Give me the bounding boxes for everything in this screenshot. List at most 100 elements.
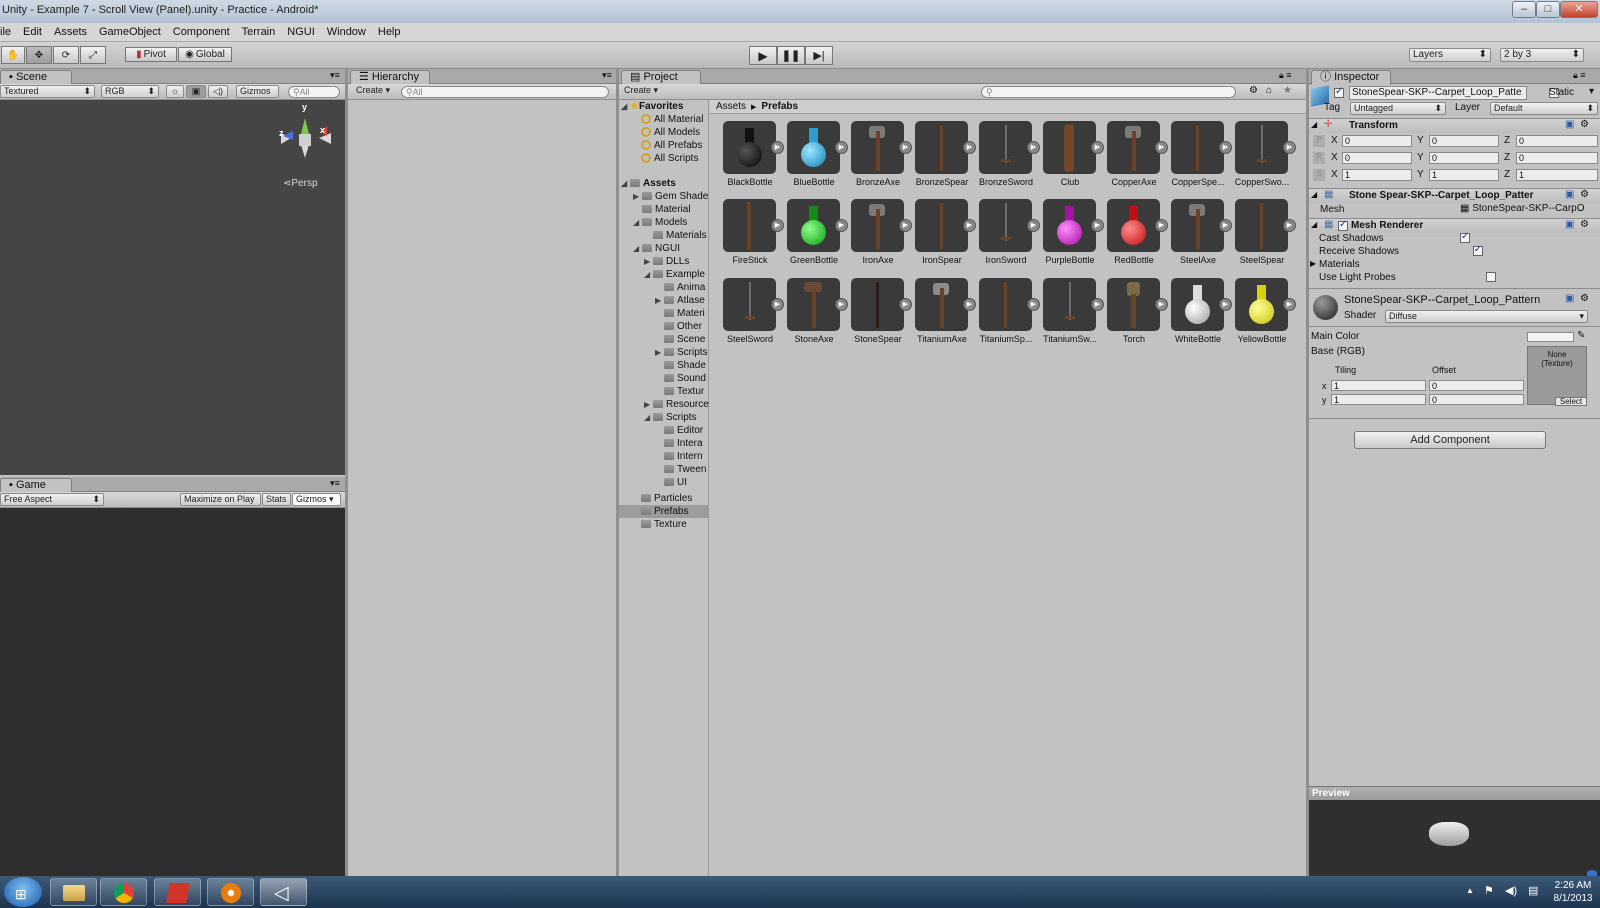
shading-dropdown[interactable]: Textured ⬍ [0, 85, 95, 98]
position-z-field[interactable]: 0 [1516, 135, 1598, 147]
foldout-arrow-icon[interactable]: ◢ [1311, 220, 1317, 229]
position-y-field[interactable]: 0 [1429, 135, 1499, 147]
tree-item[interactable]: Sound [664, 372, 706, 385]
component-settings-icon[interactable]: ⚙ [1580, 189, 1589, 200]
tree-item[interactable]: ◢ Models [633, 216, 687, 229]
layers-dropdown[interactable]: Layers ⬍ [1409, 48, 1491, 62]
main-color-swatch[interactable] [1527, 332, 1574, 342]
tree-item[interactable]: Intera [664, 437, 703, 450]
persp-label[interactable]: ⋖Persp [283, 178, 318, 189]
taskbar-explorer[interactable] [50, 878, 97, 906]
close-button[interactable]: ✕ [1560, 1, 1598, 18]
tree-item[interactable]: ◢ Scripts [644, 411, 697, 424]
expand-arrow-icon[interactable]: ▶ [963, 219, 976, 232]
tree-item[interactable]: ▶ Resource [644, 398, 709, 411]
preview-viewport[interactable] [1309, 800, 1600, 876]
asset-item[interactable]: ▶ TitaniumSw... [1043, 278, 1104, 352]
play-button[interactable]: ▶ [749, 46, 777, 65]
asset-item[interactable]: ▶ RedBottle [1107, 199, 1168, 273]
asset-item[interactable]: ▶ BlueBottle [787, 121, 848, 195]
favorite-star-icon[interactable]: ★ [1283, 85, 1292, 96]
expand-arrow-icon[interactable]: ▶ [1027, 219, 1040, 232]
menu-window[interactable]: Window [321, 23, 372, 42]
position-x-field[interactable]: 0 [1342, 135, 1412, 147]
tree-fav-prefabs[interactable]: All Prefabs [641, 139, 702, 152]
mesh-renderer-enabled-checkbox[interactable] [1338, 219, 1348, 232]
rgb-dropdown[interactable]: RGB ⬍ [101, 85, 159, 98]
texture-select-button[interactable]: Select [1555, 397, 1587, 406]
tree-item[interactable]: Materials [653, 229, 707, 242]
asset-item[interactable]: ▶ WhiteBottle [1171, 278, 1232, 352]
scale-z-field[interactable]: 1 [1516, 169, 1598, 181]
tree-fav-scripts[interactable]: All Scripts [641, 152, 698, 165]
expand-arrow-icon[interactable]: ▶ [771, 141, 784, 154]
expand-arrow-icon[interactable]: ▶ [1091, 141, 1104, 154]
breadcrumb-prefabs[interactable]: Prefabs [761, 101, 798, 112]
hierarchy-search-input[interactable]: ⚲All [401, 86, 609, 98]
menu-terrain[interactable]: Terrain [236, 23, 282, 42]
asset-item[interactable]: ▶ StoneSpear [851, 278, 912, 352]
hand-tool-icon[interactable]: ✋ [1, 46, 25, 64]
asset-item[interactable]: ▶ BlackBottle [723, 121, 784, 195]
expand-arrow-icon[interactable]: ▶ [1219, 298, 1232, 311]
asset-item[interactable]: ▶ CopperSwo... [1235, 121, 1296, 195]
materials-label[interactable]: Materials [1319, 259, 1360, 270]
asset-item[interactable]: ▶ BronzeAxe [851, 121, 912, 195]
volume-icon[interactable]: ◀) [1505, 884, 1517, 897]
help-icon[interactable]: ▣ [1565, 189, 1574, 200]
tree-favorites[interactable]: ◢ ★Favorites [621, 100, 683, 113]
add-component-button[interactable]: Add Component [1354, 431, 1546, 449]
rotation-x-field[interactable]: 0 [1342, 152, 1412, 164]
tree-item[interactable]: Scene [664, 333, 705, 346]
pause-button[interactable]: ❚❚ [777, 46, 805, 65]
tree-item[interactable]: UI [664, 476, 687, 489]
hierarchy-create-dropdown[interactable]: Create ▾ [353, 85, 395, 98]
asset-item[interactable]: ▶ YellowBottle [1235, 278, 1296, 352]
tree-item[interactable]: Tween [664, 463, 706, 476]
asset-item[interactable]: ▶ Torch [1107, 278, 1168, 352]
stats-toggle[interactable]: Stats [262, 493, 291, 506]
game-viewport[interactable] [0, 508, 345, 876]
filter-by-type-icon[interactable]: ⚙ [1249, 85, 1258, 96]
materials-foldout-icon[interactable]: ▶ [1310, 259, 1316, 268]
tree-item-selected[interactable]: Prefabs [619, 505, 708, 518]
expand-arrow-icon[interactable]: ▶ [963, 298, 976, 311]
maximize-button[interactable]: □ [1536, 1, 1560, 18]
expand-arrow-icon[interactable]: ▶ [1155, 298, 1168, 311]
tree-fav-models[interactable]: All Models [641, 126, 700, 139]
hierarchy-list[interactable] [348, 100, 616, 876]
preview-header[interactable]: Preview [1309, 786, 1600, 800]
project-search-input[interactable]: ⚲ [981, 86, 1236, 98]
expand-arrow-icon[interactable]: ▶ [899, 219, 912, 232]
aspect-dropdown[interactable]: Free Aspect ⬍ [0, 493, 104, 506]
asset-item[interactable]: ▶ TitaniumSp... [979, 278, 1040, 352]
tree-item[interactable]: Materi [664, 307, 705, 320]
menu-help[interactable]: Help [372, 23, 407, 42]
asset-item[interactable]: ▶ Club [1043, 121, 1104, 195]
expand-arrow-icon[interactable]: ▶ [899, 298, 912, 311]
tree-assets[interactable]: ◢ Assets [621, 177, 676, 190]
panel-menu-icon[interactable]: ▾≡ [602, 70, 612, 81]
component-settings-icon[interactable]: ⚙ [1580, 119, 1589, 130]
foldout-arrow-icon[interactable]: ◢ [1311, 190, 1317, 199]
active-checkbox[interactable] [1334, 86, 1344, 99]
tree-item[interactable]: ▶ Atlase [655, 294, 705, 307]
pivot-toggle[interactable]: ▮ Pivot [125, 47, 177, 62]
taskbar-sketchup[interactable] [154, 878, 201, 906]
panel-menu-icon[interactable]: ▾≡ [330, 70, 340, 81]
gizmos-dropdown[interactable]: Gizmos ▾ [236, 85, 279, 107]
tree-item[interactable]: Texture [641, 518, 687, 531]
menu-ngui[interactable]: NGUI [281, 23, 321, 42]
maximize-on-play-toggle[interactable]: Maximize on Play [180, 493, 261, 506]
layer-dropdown[interactable]: Default ⬍ [1490, 102, 1598, 115]
expand-arrow-icon[interactable]: ▶ [1027, 298, 1040, 311]
panel-menu-icon[interactable]: ▾≡ [330, 478, 340, 489]
expand-arrow-icon[interactable]: ▶ [1091, 298, 1104, 311]
clock[interactable]: 2:26 AM 8/1/2013 [1551, 879, 1595, 905]
scene-search-input[interactable]: ⚲All [288, 86, 340, 98]
rotation-z-field[interactable]: 0 [1516, 152, 1598, 164]
asset-item[interactable]: ▶ GreenBottle [787, 199, 848, 273]
offset-x-field[interactable]: 0 [1429, 380, 1524, 391]
expand-arrow-icon[interactable]: ▶ [835, 141, 848, 154]
asset-item[interactable]: ▶ PurpleBottle [1043, 199, 1104, 273]
